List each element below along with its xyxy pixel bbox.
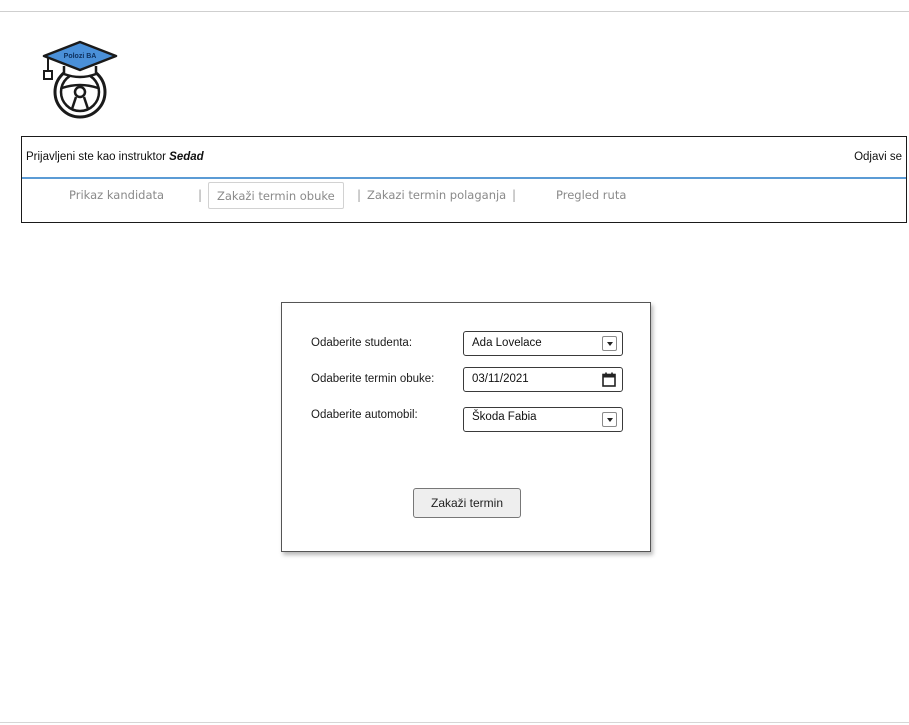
chevron-down-icon	[607, 418, 613, 422]
header-accent-line	[22, 177, 906, 179]
logged-in-user-text: Prijavljeni ste kao instruktor Sedad	[26, 151, 204, 163]
date-input[interactable]: 03/11/2021	[463, 367, 623, 392]
nav-item-pregled-ruta[interactable]: Pregled ruta	[556, 188, 626, 202]
logo-badge-text: Polozi BA	[64, 53, 97, 60]
main-nav: Prikaz kandidata | Zakaži termin obuke |…	[22, 182, 906, 212]
date-input-value: 03/11/2021	[472, 373, 529, 385]
nav-item-zakazi-termin-obuke[interactable]: Zakaži termin obuke	[208, 182, 344, 209]
calendar-icon[interactable]	[602, 372, 616, 387]
logout-link[interactable]: Odjavi se	[854, 151, 902, 163]
graduation-cap-steering-wheel-icon: Polozi BA	[42, 40, 118, 119]
nav-separator: |	[357, 188, 362, 202]
top-divider	[0, 11, 909, 12]
car-dropdown-button[interactable]	[602, 412, 617, 427]
app-logo: Polozi BA	[36, 36, 120, 120]
car-select[interactable]: Škoda Fabia	[463, 407, 623, 432]
car-label: Odaberite automobil:	[311, 409, 418, 421]
nav-item-zakazi-termin-polaganja[interactable]: Zakazi termin polaganja	[367, 188, 506, 202]
header-panel: Prijavljeni ste kao instruktor Sedad Odj…	[21, 136, 907, 223]
bottom-divider	[0, 722, 909, 723]
instructor-name: Sedad	[169, 151, 204, 163]
student-label: Odaberite studenta:	[311, 337, 413, 349]
schedule-submit-button[interactable]: Zakaži termin	[413, 488, 521, 518]
student-select[interactable]: Ada Lovelace	[463, 331, 623, 356]
car-select-value: Škoda Fabia	[472, 411, 537, 423]
chevron-down-icon	[607, 342, 613, 346]
user-prefix: Prijavljeni ste kao instruktor	[26, 151, 170, 163]
schedule-form-card: Odaberite studenta: Ada Lovelace Odaberi…	[281, 302, 651, 552]
nav-separator: |	[512, 188, 517, 202]
student-select-value: Ada Lovelace	[472, 337, 542, 349]
nav-item-prikaz-kandidata[interactable]: Prikaz kandidata	[69, 188, 164, 202]
date-label: Odaberite termin obuke:	[311, 373, 435, 385]
student-dropdown-button[interactable]	[602, 336, 617, 351]
nav-separator: |	[198, 188, 203, 202]
